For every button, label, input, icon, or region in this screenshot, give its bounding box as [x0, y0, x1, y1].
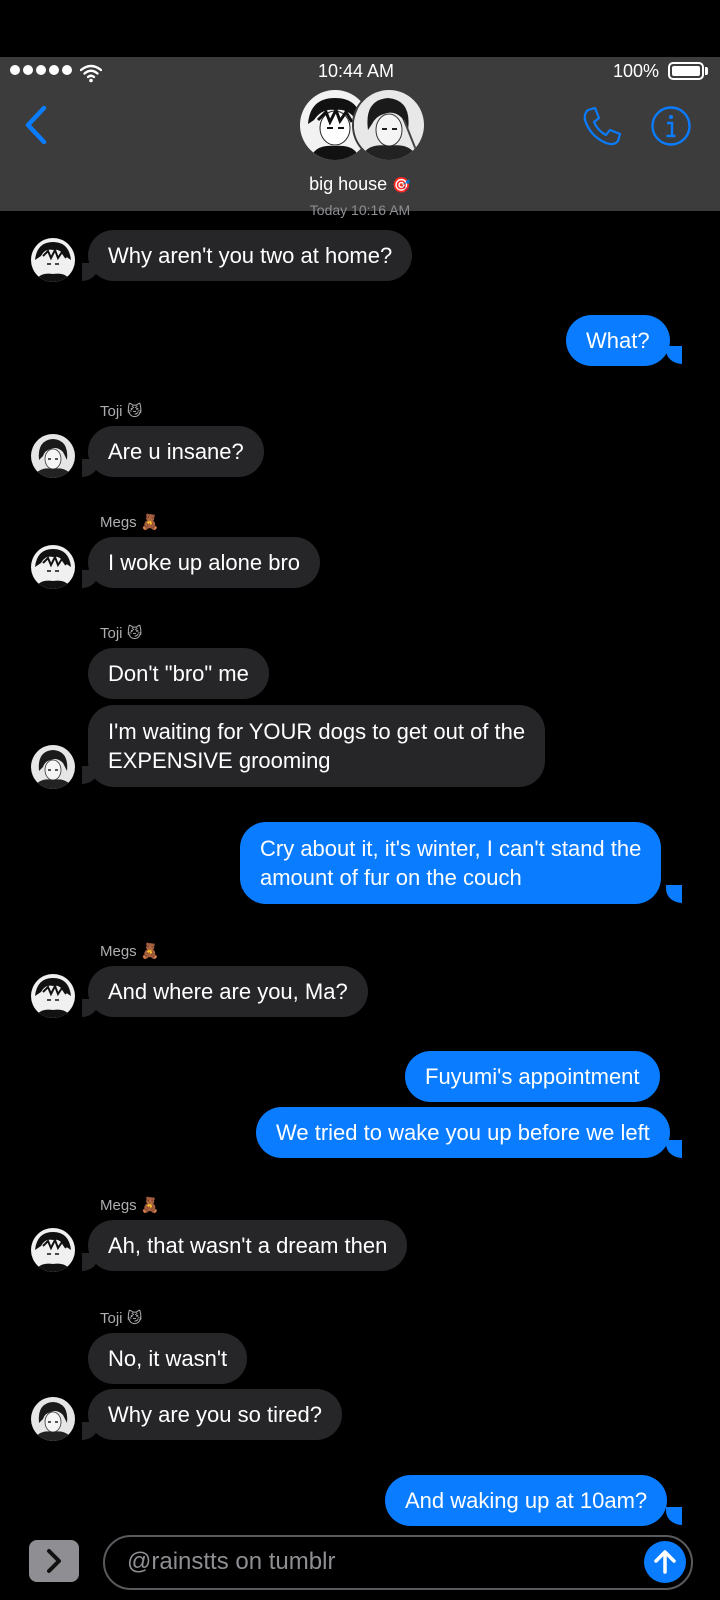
timestamp-label: Today 10:16 AM	[309, 202, 411, 218]
message-bubble-outgoing[interactable]: And waking up at 10am?	[385, 1475, 668, 1526]
message-text: And waking up at 10am?	[405, 1488, 648, 1513]
sender-name: Megs	[100, 943, 137, 960]
message-bubble-outgoing[interactable]: Fuyumi's appointment	[405, 1051, 660, 1102]
message-bubble-outgoing[interactable]: Cry about it, it's winter, I can't stand…	[240, 822, 662, 904]
info-icon[interactable]	[650, 105, 692, 147]
bubble-tail	[82, 1253, 98, 1271]
group-name-text: big house	[309, 174, 388, 194]
message-text-line: Cry about it, it's winter, I can't stand…	[260, 836, 642, 861]
message-text: No, it wasn't	[108, 1346, 228, 1371]
wifi-icon	[80, 64, 102, 83]
status-time: 10:44 AM	[318, 61, 395, 81]
message-text: Why aren't you two at home?	[108, 243, 393, 268]
cat-emoji-icon: 😼	[126, 625, 143, 642]
message-text: Ah, that wasn't a dream then	[108, 1233, 388, 1258]
message-bubble-incoming[interactable]: Ah, that wasn't a dream then	[88, 1220, 408, 1271]
group-name[interactable]: big house 🎯	[0, 174, 720, 195]
cat-emoji-icon: 😼	[126, 403, 143, 420]
bubble-tail	[666, 346, 682, 364]
bubble-tail	[666, 1140, 682, 1158]
message-text: Are u insane?	[108, 439, 244, 464]
bubble-tail	[82, 1422, 98, 1440]
sender-name: Toji	[100, 403, 123, 420]
message-bubble-incoming[interactable]: Are u insane?	[88, 426, 264, 477]
teddy-bear-emoji-icon: 🧸	[140, 514, 160, 531]
message-bubble-outgoing[interactable]: What?	[566, 315, 670, 366]
sender-label: Megs 🧸	[100, 1196, 160, 1214]
avatar-toji[interactable]	[31, 745, 75, 789]
bubble-tail	[82, 999, 98, 1017]
bubble-tail	[82, 459, 98, 477]
message-text: Why are you so tired?	[108, 1402, 322, 1427]
battery-nub	[705, 67, 708, 75]
bubble-tail	[666, 1507, 682, 1525]
teddy-bear-emoji-icon: 🧸	[140, 943, 160, 960]
cell-signal-icon	[10, 65, 72, 75]
sender-label: Megs 🧸	[100, 513, 160, 531]
bubble-tail	[82, 570, 98, 588]
battery-percentage: 100%	[613, 61, 660, 81]
avatar-toji[interactable]	[31, 1397, 75, 1441]
target-emoji-icon: 🎯	[392, 177, 411, 194]
send-button[interactable]	[644, 1541, 686, 1583]
message-text: And where are you, Ma?	[108, 979, 348, 1004]
bubble-tail	[82, 766, 98, 784]
sender-label: Toji 😼	[100, 624, 142, 642]
message-bubble-incoming[interactable]: I woke up alone bro	[88, 537, 321, 588]
avatar-megs[interactable]	[31, 1228, 75, 1272]
teddy-bear-emoji-icon: 🧸	[140, 1197, 160, 1214]
message-text-line: EXPENSIVE grooming	[108, 748, 331, 773]
sender-label: Toji 😼	[100, 402, 142, 420]
sender-label: Toji 😼	[100, 1309, 142, 1327]
message-text-line: amount of fur on the couch	[260, 865, 522, 890]
battery-icon	[668, 62, 704, 80]
message-bubble-incoming[interactable]: Why aren't you two at home?	[88, 230, 413, 281]
cat-emoji-icon: 😼	[126, 1310, 143, 1327]
bubble-tail	[666, 885, 682, 903]
avatar-toji[interactable]	[31, 434, 75, 478]
message-bubble-outgoing[interactable]: We tried to wake you up before we left	[256, 1107, 670, 1158]
back-chevron-icon[interactable]	[22, 104, 50, 146]
avatar-megs[interactable]	[31, 974, 75, 1018]
sender-name: Megs	[100, 1197, 137, 1214]
sender-name: Toji	[100, 625, 123, 642]
message-text: I woke up alone bro	[108, 550, 301, 575]
avatar-megs[interactable]	[31, 238, 75, 282]
chevron-right-icon	[47, 1549, 61, 1573]
bubble-tail	[82, 263, 98, 281]
message-bubble-incoming[interactable]: And where are you, Ma?	[88, 966, 368, 1017]
avatar-megs[interactable]	[31, 545, 75, 589]
sender-name: Megs	[100, 514, 137, 531]
arrow-up-icon	[654, 1550, 676, 1574]
message-bubble-incoming[interactable]: I'm waiting for YOUR dogs to get out of …	[88, 705, 546, 787]
message-text: Fuyumi's appointment	[425, 1064, 640, 1089]
message-input[interactable]	[127, 1545, 607, 1579]
sender-label: Megs 🧸	[100, 942, 160, 960]
group-avatar-2[interactable]	[352, 88, 426, 162]
message-bubble-incoming[interactable]: No, it wasn't	[88, 1333, 248, 1384]
sender-name: Toji	[100, 1310, 123, 1327]
message-text-line: I'm waiting for YOUR dogs to get out of …	[108, 719, 526, 744]
message-text: Don't "bro" me	[108, 661, 249, 686]
message-bubble-incoming[interactable]: Why are you so tired?	[88, 1389, 342, 1440]
message-text: We tried to wake you up before we left	[276, 1120, 650, 1145]
message-text: What?	[586, 328, 650, 353]
message-bubble-incoming[interactable]: Don't "bro" me	[88, 648, 269, 699]
phone-icon[interactable]	[580, 104, 624, 148]
apps-expand-button[interactable]	[29, 1540, 79, 1582]
